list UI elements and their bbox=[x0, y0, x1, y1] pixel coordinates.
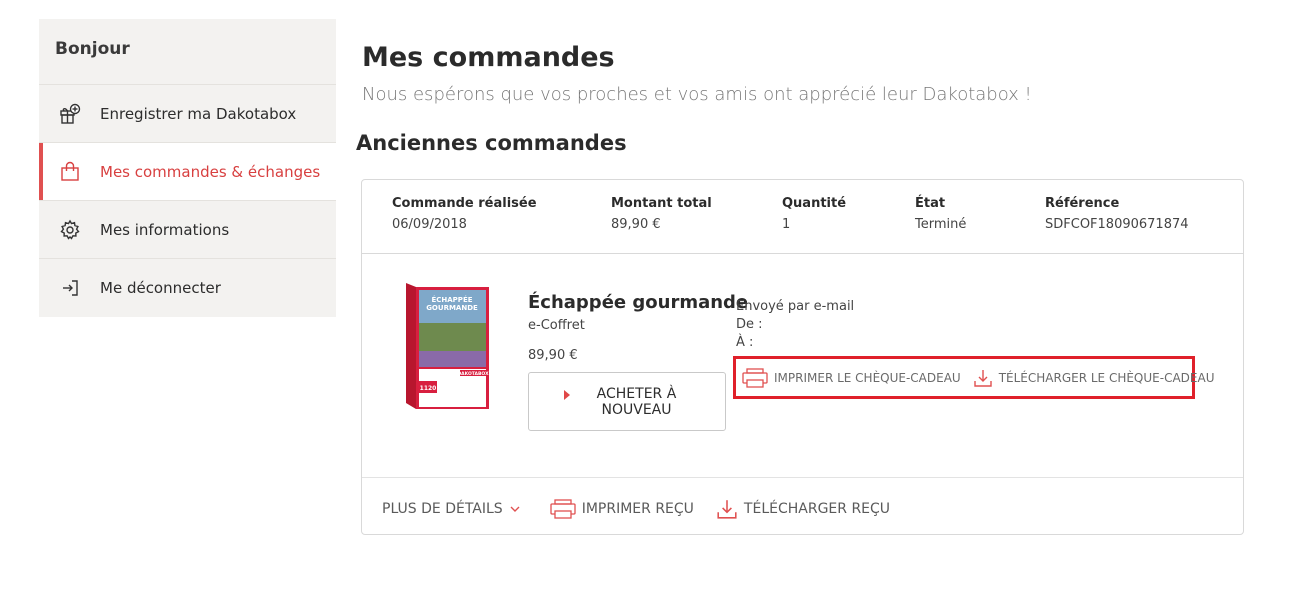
order-card: Commande réalisée 06/09/2018 Montant tot… bbox=[361, 179, 1244, 535]
download-receipt-button[interactable]: TÉLÉCHARGER REÇU bbox=[716, 498, 890, 520]
shopping-bag-icon bbox=[59, 161, 81, 183]
print-receipt-label: IMPRIMER REÇU bbox=[581, 501, 694, 517]
column-label: Quantité bbox=[782, 196, 847, 211]
column-label: Commande réalisée bbox=[392, 196, 537, 211]
order-quantity: 1 bbox=[782, 217, 791, 232]
product-price: 89,90 € bbox=[528, 348, 578, 363]
column-label: État bbox=[915, 196, 946, 211]
printer-icon bbox=[550, 499, 576, 519]
buy-again-label: ACHETER À NOUVEAU bbox=[596, 385, 677, 418]
more-details-toggle[interactable]: PLUS DE DÉTAILS bbox=[382, 501, 528, 517]
sidebar-item-label: Enregistrer ma Dakotabox bbox=[100, 104, 297, 123]
page-subtitle: Nous espérons que vos proches et vos ami… bbox=[362, 84, 1032, 105]
order-date: 06/09/2018 bbox=[392, 217, 467, 232]
column-label: Référence bbox=[1045, 196, 1120, 211]
order-reference-column: Référence SDFCOF18090671874 bbox=[1045, 196, 1189, 232]
delivery-method: Envoyé par e-mail bbox=[736, 299, 855, 314]
delivery-info: Envoyé par e-mail De : À : bbox=[736, 298, 854, 352]
sidebar-item-label: Mes commandes & échanges bbox=[100, 162, 321, 181]
column-label: Montant total bbox=[611, 196, 712, 211]
product-name[interactable]: Échappée gourmande bbox=[528, 292, 748, 313]
voucher-actions-highlight: IMPRIMER LE CHÈQUE-CADEAU TÉLÉCHARGER LE… bbox=[733, 356, 1214, 399]
order-summary: Commande réalisée 06/09/2018 Montant tot… bbox=[362, 180, 1243, 254]
download-voucher-button[interactable]: TÉLÉCHARGER LE CHÈQUE-CADEAU bbox=[973, 368, 1215, 388]
print-voucher-label: IMPRIMER LE CHÈQUE-CADEAU bbox=[774, 370, 961, 385]
gear-icon bbox=[59, 219, 81, 241]
download-receipt-label: TÉLÉCHARGER REÇU bbox=[743, 501, 891, 517]
more-details-label: PLUS DE DÉTAILS bbox=[382, 501, 503, 517]
sidebar-item-label: Me déconnecter bbox=[100, 279, 221, 297]
box-count-text: 1120 bbox=[420, 385, 437, 392]
sidebar-item-information[interactable]: Mes informations bbox=[39, 201, 336, 259]
delivery-to: À : bbox=[736, 335, 754, 350]
order-date-column: Commande réalisée 06/09/2018 bbox=[392, 196, 537, 232]
buy-again-button[interactable]: ACHETER À NOUVEAU bbox=[528, 372, 726, 431]
sidebar-item-logout[interactable]: Me déconnecter bbox=[39, 259, 336, 317]
page-title: Mes commandes bbox=[362, 42, 615, 73]
sidebar-item-label: Mes informations bbox=[100, 220, 230, 239]
order-reference: SDFCOF18090671874 bbox=[1045, 217, 1189, 232]
svg-text:GOURMANDE: GOURMANDE bbox=[426, 304, 478, 312]
order-total: 89,90 € bbox=[611, 217, 661, 232]
logout-icon bbox=[59, 277, 81, 299]
print-receipt-button[interactable]: IMPRIMER REÇU bbox=[550, 498, 694, 520]
order-status: Terminé bbox=[915, 217, 967, 232]
download-icon bbox=[974, 369, 992, 387]
sidebar-item-orders[interactable]: Mes commandes & échanges bbox=[39, 143, 336, 201]
order-status-column: État Terminé bbox=[915, 196, 966, 232]
print-voucher-button[interactable]: IMPRIMER LE CHÈQUE-CADEAU bbox=[742, 367, 961, 388]
product-box-image[interactable]: ÉCHAPPÉE GOURMANDE DAKOTABOX 1120 bbox=[402, 283, 489, 409]
card-footer-divider bbox=[362, 477, 1243, 478]
delivery-from: De : bbox=[736, 317, 763, 332]
account-sidebar: Bonjour Enregistrer ma Dakotabox Mes com… bbox=[39, 19, 336, 317]
section-title: Anciennes commandes bbox=[356, 131, 627, 155]
download-icon bbox=[717, 500, 737, 519]
box-title-text: ÉCHAPPÉE bbox=[431, 295, 472, 304]
printer-icon bbox=[742, 367, 768, 388]
sidebar-greeting: Bonjour bbox=[39, 19, 336, 85]
box-brand-text: DAKOTABOX bbox=[457, 371, 489, 377]
order-quantity-column: Quantité 1 bbox=[782, 196, 846, 232]
sidebar-item-register-dakotabox[interactable]: Enregistrer ma Dakotabox bbox=[39, 85, 336, 143]
chevron-down-icon bbox=[510, 506, 520, 512]
order-footer-actions: PLUS DE DÉTAILS IMPRIMER REÇU TÉLÉCHARGE… bbox=[382, 498, 912, 520]
order-total-column: Montant total 89,90 € bbox=[611, 196, 712, 232]
product-type: e-Coffret bbox=[528, 318, 585, 333]
play-triangle-icon bbox=[563, 389, 570, 400]
download-voucher-label: TÉLÉCHARGER LE CHÈQUE-CADEAU bbox=[998, 370, 1215, 385]
gift-add-icon bbox=[59, 103, 81, 125]
